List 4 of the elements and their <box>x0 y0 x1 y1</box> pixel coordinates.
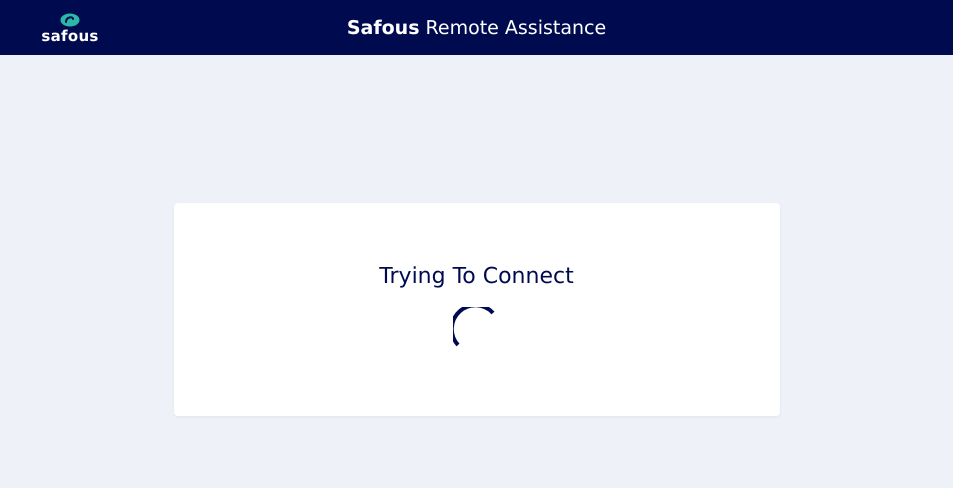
app-title: Safous Remote Assistance <box>346 16 606 38</box>
status-message: Trying To Connect <box>379 263 574 291</box>
logo-icon <box>60 13 80 27</box>
logo-text: safous <box>41 28 99 44</box>
